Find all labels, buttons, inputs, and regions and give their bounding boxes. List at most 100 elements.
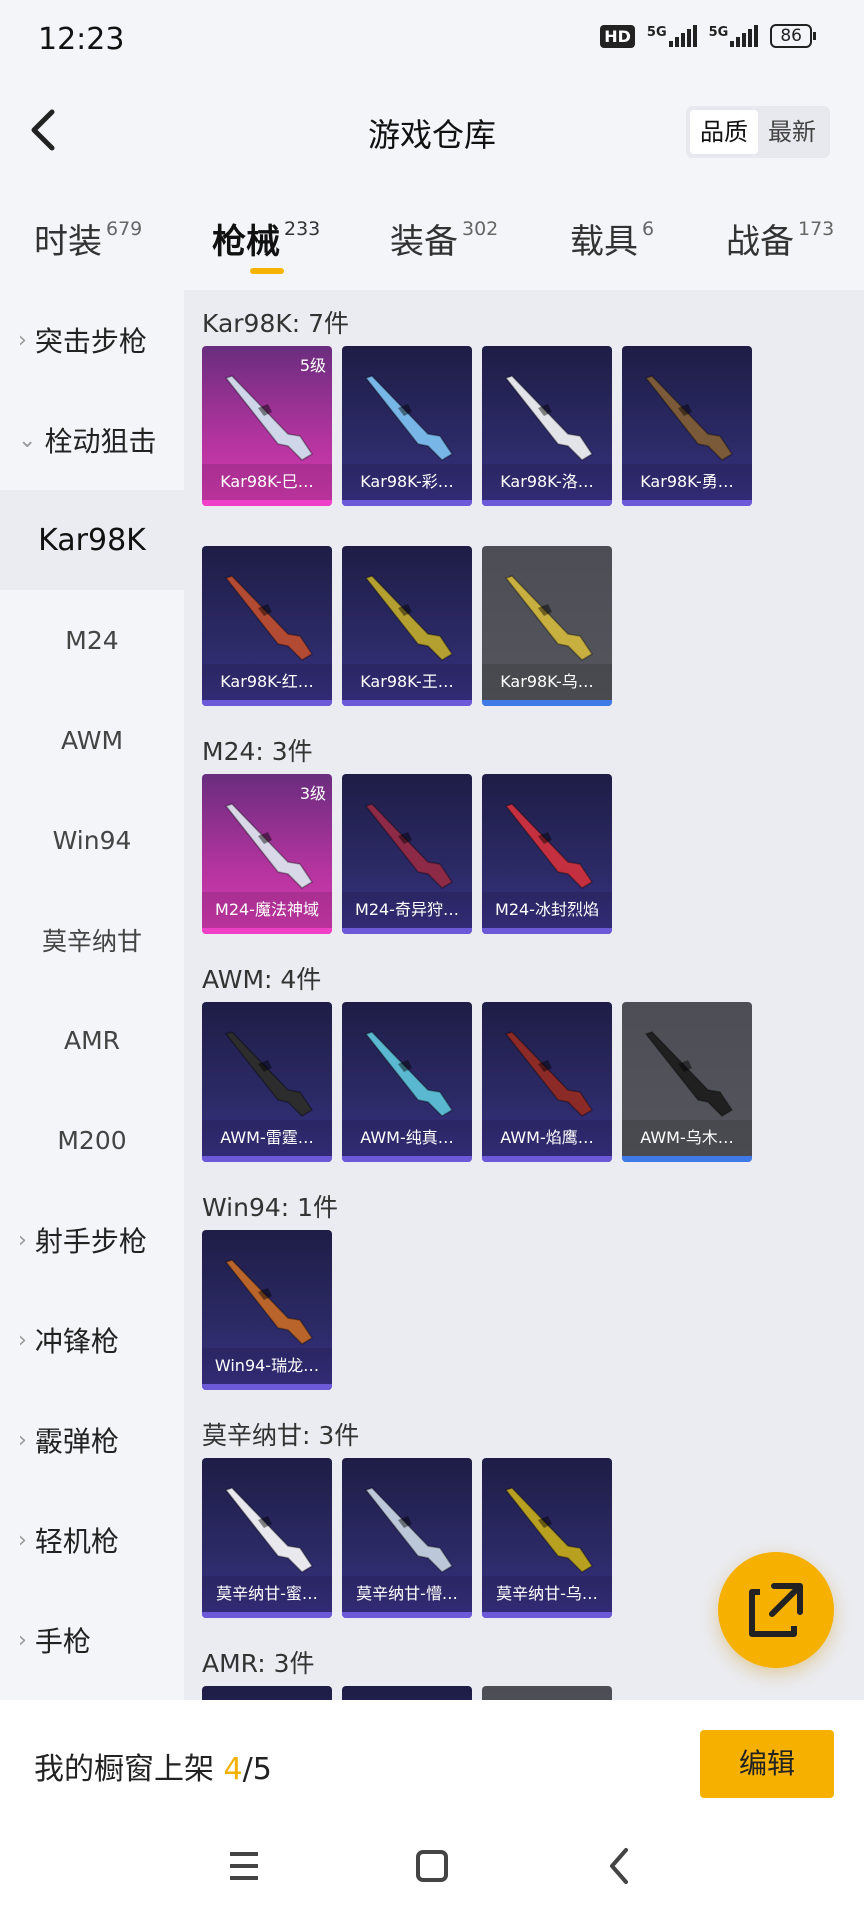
rifle-icon: [224, 575, 314, 661]
sort-toggle: 品质 最新: [686, 106, 830, 158]
weapon-card[interactable]: 莫辛纳甘-乌…: [482, 1458, 612, 1618]
tab-equipment[interactable]: 装备 302: [390, 214, 498, 263]
rarity-bar: [482, 500, 612, 506]
weapon-name: Win94-瑞龙…: [202, 1348, 332, 1384]
rarity-bar: [342, 500, 472, 506]
showcase-status: 我的橱窗上架 4/5: [34, 1752, 272, 1787]
weapon-card[interactable]: M24-奇异狩…: [342, 774, 472, 934]
weapon-card[interactable]: AWM-焰鹰…: [482, 1002, 612, 1162]
sidebar-group-assault-rifles[interactable]: › 突击步枪: [0, 290, 184, 390]
rifle-icon: [504, 803, 594, 889]
chevron-down-icon: ⌄: [18, 427, 37, 453]
section-title: AWM: 4件: [202, 965, 322, 994]
chevron-right-icon: ›: [18, 1627, 27, 1653]
level-badge: 3级: [299, 784, 326, 803]
weapon-card[interactable]: M24-冰封烈焰: [482, 774, 612, 934]
weapon-card[interactable]: 5级 Kar98K-巳…: [202, 346, 332, 506]
rarity-bar: [202, 500, 332, 506]
rifle-icon: [364, 575, 454, 661]
sidebar-item-amr[interactable]: AMR: [0, 990, 184, 1090]
share-button[interactable]: [718, 1552, 834, 1668]
signal-icon-2: 5G: [709, 25, 759, 47]
sidebar-item-awm[interactable]: AWM: [0, 690, 184, 790]
rifle-icon: [364, 1031, 454, 1117]
weapon-name: Kar98K-洛…: [482, 464, 612, 500]
level-badge: 5级: [299, 356, 326, 375]
edit-button[interactable]: 编辑: [700, 1730, 834, 1798]
app-header: 游戏仓库 品质 最新: [0, 80, 864, 180]
weapon-name: AWM-纯真…: [342, 1120, 472, 1156]
network-type-1: 5G: [646, 25, 667, 40]
sidebar-item-mosin[interactable]: 莫辛纳甘: [0, 890, 184, 990]
weapon-name: 莫辛纳甘-乌…: [482, 1576, 612, 1612]
home-icon[interactable]: [412, 1846, 452, 1886]
sort-quality-button[interactable]: 品质: [690, 110, 758, 154]
weapon-card[interactable]: Win94-瑞龙…: [202, 1230, 332, 1390]
rarity-bar: [482, 928, 612, 934]
sidebar-item-win94[interactable]: Win94: [0, 790, 184, 890]
rarity-bar: [482, 1612, 612, 1618]
sidebar-item-m200[interactable]: M200: [0, 1090, 184, 1190]
weapon-card[interactable]: [342, 1686, 472, 1700]
weapon-name: 莫辛纳甘-懵…: [342, 1576, 472, 1612]
weapon-card[interactable]: 莫辛纳甘-懵…: [342, 1458, 472, 1618]
tab-count: 233: [284, 218, 321, 240]
weapon-card[interactable]: AWM-雷霆…: [202, 1002, 332, 1162]
tab-count: 302: [462, 218, 499, 240]
menu-icon[interactable]: [224, 1846, 264, 1886]
showcase-total: /5: [242, 1752, 272, 1787]
weapon-card[interactable]: [202, 1686, 332, 1700]
weapon-name: Kar98K-红…: [202, 664, 332, 700]
rarity-bar: [342, 1156, 472, 1162]
sidebar-group-marksman[interactable]: › 射手步枪: [0, 1190, 184, 1290]
weapon-card[interactable]: Kar98K-彩…: [342, 346, 472, 506]
section-title: 莫辛纳甘: 3件: [202, 1421, 360, 1450]
rarity-bar: [202, 1384, 332, 1390]
weapon-name: Kar98K-彩…: [342, 464, 472, 500]
sort-newest-button[interactable]: 最新: [758, 110, 826, 154]
rifle-icon: [364, 1487, 454, 1573]
tab-supplies[interactable]: 战备 173: [726, 214, 834, 263]
weapon-name: Kar98K-王…: [342, 664, 472, 700]
weapon-card[interactable]: AWM-乌木…: [622, 1002, 752, 1162]
weapon-card[interactable]: Kar98K-乌…: [482, 546, 612, 706]
weapon-name: M24-奇异狩…: [342, 892, 472, 928]
weapon-card[interactable]: 莫辛纳甘-蜜…: [202, 1458, 332, 1618]
weapon-card[interactable]: Kar98K-洛…: [482, 346, 612, 506]
showcase-bar: 我的橱窗上架 4/5 编辑: [0, 1700, 864, 1820]
sidebar-group-pistol[interactable]: › 手枪: [0, 1590, 184, 1690]
rarity-bar: [202, 1156, 332, 1162]
weapon-name: AWM-焰鹰…: [482, 1120, 612, 1156]
rifle-icon: [364, 803, 454, 889]
sidebar-group-smg[interactable]: › 冲锋枪: [0, 1290, 184, 1390]
system-nav-bar: [0, 1820, 864, 1920]
weapon-card[interactable]: 3级 M24-魔法神域: [202, 774, 332, 934]
sidebar-item-m24[interactable]: M24: [0, 590, 184, 690]
weapon-grid: Kar98K: 7件 5级 Kar98K-巳… Kar98K-彩… Kar98K-洛… K…: [184, 290, 864, 1700]
rifle-icon: [504, 1031, 594, 1117]
weapon-name: M24-魔法神域: [202, 892, 332, 928]
tab-fashion[interactable]: 时装 679: [34, 214, 142, 263]
showcase-current-count: 4: [223, 1752, 243, 1787]
weapon-card[interactable]: Kar98K-勇…: [622, 346, 752, 506]
weapon-name: AWM-乌木…: [622, 1120, 752, 1156]
weapon-card[interactable]: AWM-纯真…: [342, 1002, 472, 1162]
weapon-card[interactable]: Kar98K-王…: [342, 546, 472, 706]
tab-vehicles[interactable]: 载具 6: [570, 214, 654, 263]
rifle-icon: [504, 575, 594, 661]
weapon-card[interactable]: [482, 1686, 612, 1700]
rifle-icon: [644, 375, 734, 461]
tab-guns[interactable]: 枪械 233: [212, 214, 320, 263]
rarity-bar: [482, 1156, 612, 1162]
sidebar-group-lmg[interactable]: › 轻机枪: [0, 1490, 184, 1590]
chevron-right-icon: ›: [18, 1227, 27, 1253]
sidebar-group-shotgun[interactable]: › 霰弹枪: [0, 1390, 184, 1490]
weapon-card[interactable]: Kar98K-红…: [202, 546, 332, 706]
rifle-icon: [224, 803, 314, 889]
rarity-bar: [342, 928, 472, 934]
rifle-icon: [224, 1487, 314, 1573]
sidebar-group-bolt-action[interactable]: ⌄ 栓动狙击: [0, 390, 184, 490]
sidebar-item-kar98k[interactable]: Kar98K: [0, 490, 184, 590]
rifle-icon: [224, 1031, 314, 1117]
nav-back-icon[interactable]: [600, 1846, 640, 1886]
